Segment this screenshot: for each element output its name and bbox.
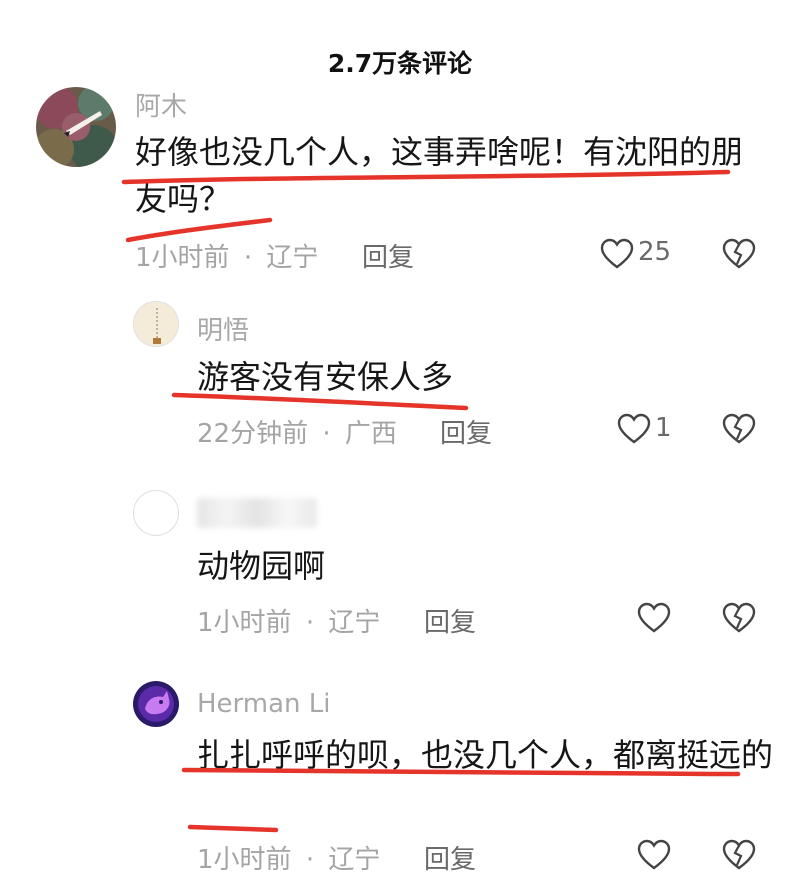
comment-text: 游客没有安保人多: [197, 358, 454, 396]
commenter-name[interactable]: Herman Li: [197, 689, 331, 719]
like-count: 25: [638, 237, 672, 267]
comment-location: 辽宁: [328, 845, 381, 875]
comment-location: 辽宁: [266, 243, 319, 273]
avatar[interactable]: [133, 490, 179, 536]
broken-heart-icon[interactable]: [722, 839, 756, 871]
like-count: 1: [655, 413, 672, 443]
meta-separator: ·: [322, 419, 331, 449]
avatar[interactable]: [133, 681, 179, 727]
meta-separator: ·: [305, 608, 315, 638]
avatar[interactable]: [133, 301, 179, 347]
comment-time: 1小时前: [197, 608, 292, 638]
comment-text: 好像也没几个人，这事弄啥呢！有沈阳的朋友吗？: [135, 133, 744, 218]
comment-location: 辽宁: [328, 608, 381, 638]
comment-meta: 1小时前 · 辽宁: [135, 237, 318, 274]
reply-button[interactable]: 回复: [424, 839, 476, 876]
heart-outline-icon[interactable]: [600, 238, 634, 270]
reply-button[interactable]: 回复: [440, 413, 492, 450]
comments-header-title: 2.7万条评论: [327, 49, 473, 78]
broken-heart-icon[interactable]: [722, 238, 756, 270]
meta-separator: ·: [305, 845, 315, 875]
blurred-commenter-name: [197, 498, 317, 528]
broken-heart-icon[interactable]: [722, 413, 756, 445]
broken-heart-icon[interactable]: [722, 602, 756, 634]
heart-outline-icon[interactable]: [637, 839, 671, 871]
underline-stroke: [187, 824, 279, 833]
comment-time: 1小时前: [197, 845, 292, 875]
comment-text: 扎扎呼呼的呗，也没几个人，都离挺远的: [197, 736, 774, 774]
commenter-name[interactable]: 明悟: [197, 310, 249, 347]
comment-text: 动物园啊: [197, 547, 326, 585]
heart-outline-icon[interactable]: [617, 413, 651, 445]
commenter-name[interactable]: 阿木: [135, 86, 187, 123]
comment-meta: 22分钟前 · 广西: [197, 413, 397, 450]
comment-time: 1小时前: [135, 243, 230, 273]
comment-meta: 1小时前 · 辽宁: [197, 839, 380, 876]
reply-button[interactable]: 回复: [424, 602, 476, 639]
comment-meta: 1小时前 · 辽宁: [197, 602, 380, 639]
reply-button[interactable]: 回复: [362, 237, 414, 274]
heart-outline-icon[interactable]: [637, 602, 671, 634]
avatar[interactable]: [36, 87, 116, 167]
comment-time: 22分钟前: [197, 419, 309, 449]
meta-separator: ·: [243, 243, 253, 273]
comment-location: 广西: [344, 419, 397, 449]
